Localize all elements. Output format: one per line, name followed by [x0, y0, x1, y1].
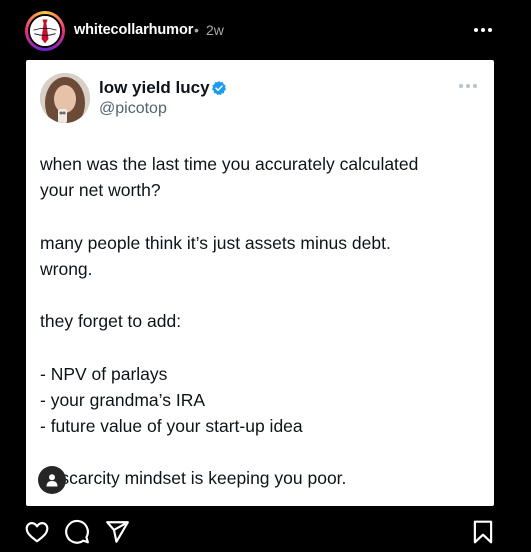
account-avatar[interactable]: [25, 11, 65, 51]
tweet-line: your net worth?: [40, 180, 161, 201]
post-header: whitecollarhumor • 2w: [0, 0, 531, 58]
red-tie-logo-icon: [28, 14, 62, 48]
verified-badge-icon: [212, 81, 226, 96]
bookmark-icon[interactable]: [470, 519, 496, 545]
heart-icon[interactable]: [24, 519, 50, 545]
tweet-line: [40, 334, 480, 360]
tweet-line: [40, 439, 480, 465]
post-actions-bar: [0, 514, 531, 550]
person-tag-icon[interactable]: [38, 466, 66, 494]
more-horizontal-icon[interactable]: [470, 18, 496, 42]
meta-separator: •: [194, 22, 199, 38]
tweet-line: many people think it’s just assets minus…: [40, 232, 391, 253]
tweet-line: - NPV of parlays: [40, 363, 168, 384]
tweet-line: - future value of your start-up idea: [40, 416, 303, 437]
post-image: low yield lucy @picotop when was the las…: [26, 60, 494, 506]
tweet-line: wrong.: [40, 258, 93, 279]
tweet-line: ur scarcity mindset is keeping you poor.: [40, 468, 347, 489]
tweet-text: when was the last time you accurately ca…: [40, 151, 480, 492]
tweet-line: - your grandma’s IRA: [40, 389, 206, 410]
paper-plane-icon[interactable]: [104, 519, 130, 545]
tweet-line: they forget to add:: [40, 311, 182, 332]
tweet-handle: @picotop: [99, 100, 167, 117]
account-username[interactable]: whitecollarhumor: [74, 22, 193, 38]
post-timestamp: 2w: [206, 22, 224, 38]
tweet-display-name: low yield lucy: [99, 78, 210, 97]
tweet-line: when was the last time you accurately ca…: [40, 154, 419, 174]
tweet-more-icon: [459, 84, 477, 88]
tweet-line: [40, 282, 480, 308]
tweet-line: [40, 203, 480, 229]
tweet-author-avatar: [40, 73, 90, 123]
comment-bubble-icon[interactable]: [64, 519, 90, 545]
